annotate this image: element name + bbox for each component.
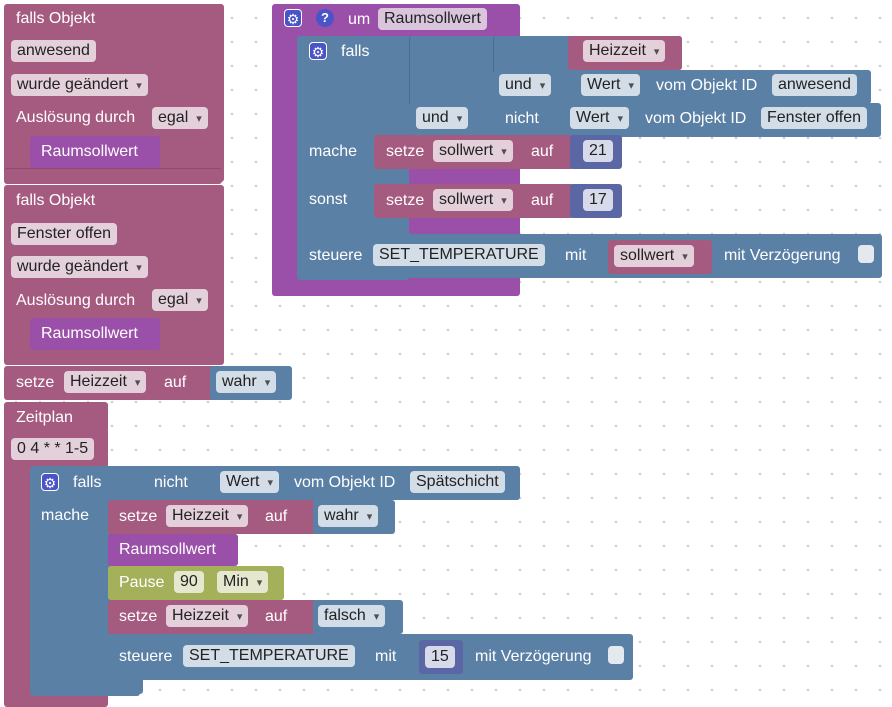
pause-label: Pause: [119, 574, 165, 591]
trigger-title: falls Objekt: [16, 192, 96, 209]
gear-icon[interactable]: ⚙: [309, 42, 327, 60]
variable-dropdown[interactable]: Heizzeit: [583, 40, 666, 62]
schedule-title: Zeitplan: [16, 409, 73, 426]
variable-dropdown[interactable]: sollwert: [433, 140, 513, 162]
object-field[interactable]: Fenster offen: [11, 223, 117, 245]
variable-dropdown[interactable]: sollwert: [433, 189, 513, 211]
object-id-label: vom Objekt ID: [645, 110, 747, 127]
control-block-notch: [108, 676, 143, 694]
trigger-type-dropdown[interactable]: egal: [152, 289, 208, 311]
trigger-title: falls Objekt: [16, 10, 96, 27]
and-dropdown[interactable]: und: [499, 74, 552, 96]
delay-checkbox[interactable]: [858, 245, 874, 263]
number-field[interactable]: 15: [425, 646, 455, 668]
state-id-field[interactable]: SET_TEMPERATURE: [183, 645, 355, 667]
else-label: sonst: [309, 191, 348, 208]
to-label: auf: [265, 608, 288, 625]
set-label: setze: [386, 143, 425, 160]
not-label: nicht: [505, 110, 539, 127]
control-label: steuere: [309, 247, 363, 264]
control-label: steuere: [119, 648, 173, 665]
object-id-field[interactable]: Spätschicht: [410, 471, 505, 493]
function-call-label: Raumsollwert: [41, 325, 138, 342]
boolean-dropdown[interactable]: falsch: [318, 605, 386, 627]
delay-label: mit Verzögerung: [475, 648, 592, 665]
number-field[interactable]: 21: [583, 140, 613, 162]
set-label: setze: [386, 192, 425, 209]
function-call-label: Raumsollwert: [119, 541, 216, 558]
and-dropdown[interactable]: und: [416, 107, 469, 129]
object-field[interactable]: anwesend: [11, 40, 96, 62]
delay-checkbox[interactable]: [608, 646, 624, 664]
boolean-dropdown[interactable]: wahr: [318, 505, 379, 527]
do-label: mache: [309, 143, 358, 160]
with-label: mit: [565, 247, 587, 264]
help-icon[interactable]: ?: [316, 9, 334, 27]
pause-value-field[interactable]: 90: [174, 571, 204, 593]
value-dropdown[interactable]: Wert: [570, 107, 630, 129]
to-label: auf: [531, 192, 554, 209]
function-call-label: Raumsollwert: [41, 143, 138, 160]
event-dropdown[interactable]: wurde geändert: [11, 74, 148, 96]
delay-label: mit Verzögerung: [724, 247, 841, 264]
trigger-block-anwesend-bottom: [4, 168, 222, 184]
value-dropdown[interactable]: Wert: [220, 471, 280, 493]
if-label: falls: [73, 474, 102, 491]
state-id-field[interactable]: SET_TEMPERATURE: [373, 244, 545, 266]
object-id-field[interactable]: anwesend: [772, 74, 857, 96]
to-label: auf: [531, 143, 554, 160]
object-id-label: vom Objekt ID: [294, 474, 396, 491]
to-label: um: [348, 11, 371, 28]
set-label: setze: [16, 374, 55, 391]
object-id-label: vom Objekt ID: [656, 77, 758, 94]
gear-icon[interactable]: ⚙: [41, 473, 59, 491]
trigger-type-dropdown[interactable]: egal: [152, 107, 208, 129]
variable-dropdown[interactable]: sollwert: [614, 245, 694, 267]
with-label: mit: [375, 648, 397, 665]
gear-icon[interactable]: ⚙: [284, 9, 302, 27]
if-label: falls: [341, 43, 370, 60]
trigger-type-label: Auslösung durch: [16, 109, 136, 126]
to-label: auf: [164, 374, 187, 391]
boolean-dropdown[interactable]: wahr: [216, 371, 277, 393]
object-id-field[interactable]: Fenster offen: [761, 107, 867, 129]
trigger-type-label: Auslösung durch: [16, 292, 136, 309]
function-name-field[interactable]: Raumsollwert: [378, 8, 487, 30]
number-field[interactable]: 17: [583, 189, 613, 211]
to-label: auf: [265, 508, 288, 525]
set-label: setze: [119, 508, 158, 525]
not-label: nicht: [154, 474, 188, 491]
do-label: mache: [41, 507, 90, 524]
variable-dropdown[interactable]: Heizzeit: [166, 505, 249, 527]
variable-dropdown[interactable]: Heizzeit: [166, 605, 249, 627]
event-dropdown[interactable]: wurde geändert: [11, 256, 148, 278]
cron-field[interactable]: 0 4 * * 1-5: [11, 438, 95, 460]
variable-dropdown[interactable]: Heizzeit: [64, 371, 147, 393]
pause-unit-dropdown[interactable]: Min: [217, 571, 269, 593]
set-label: setze: [119, 608, 158, 625]
value-dropdown[interactable]: Wert: [581, 74, 641, 96]
